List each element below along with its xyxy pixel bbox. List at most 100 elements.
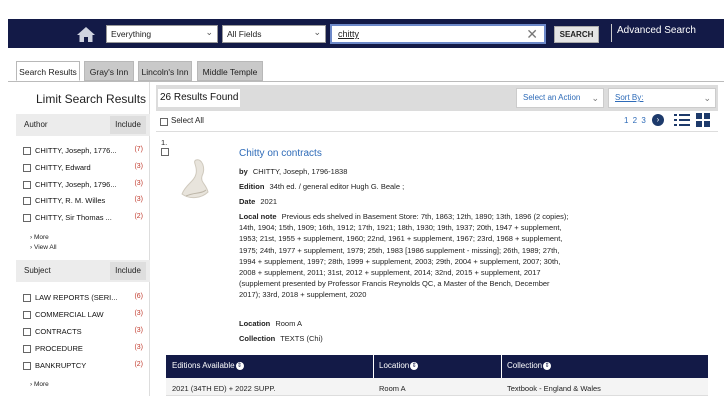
subject-more-link[interactable]: › More [30,381,49,388]
checkbox[interactable] [23,147,31,155]
results-panel: 26 Results Found Select an Action ⌄ Sort… [152,82,718,396]
next-page-icon[interactable]: › [652,114,664,126]
author-facet-label: Author [24,120,48,129]
location-cell: Room A [379,384,406,393]
author-facet-item[interactable]: CHITTY, Sir Thomas ... (2) [23,213,147,225]
record-collection: Collection TEXTS (Chi) [239,333,569,344]
sort-select[interactable]: Sort By: ⌄ [608,88,716,108]
tab-search-results[interactable]: Search Results [16,61,80,81]
subject-facet-item[interactable]: COMMERCIAL LAW (3) [23,310,147,322]
editions-header[interactable]: Editions Available ⇕ [172,361,244,370]
facet-item-name: COMMERCIAL LAW [35,310,104,319]
search-button[interactable]: SEARCH [554,26,599,43]
author-view-all-link[interactable]: › View All [30,244,57,251]
more-label: More [33,381,49,388]
checkbox[interactable] [23,294,31,302]
header-label: Editions Available [172,361,235,370]
scope-select-value: Everything [111,29,152,39]
checkbox[interactable] [23,328,31,336]
header-label: Location [379,361,410,370]
facet-item-count: (3) [134,180,143,187]
pagination[interactable]: 1 2 3 [624,116,647,125]
checkbox[interactable] [23,362,31,370]
sort-icon[interactable]: ⇕ [543,361,552,370]
record-author: by CHITTY, Joseph, 1796-1838 [239,166,569,177]
record-location: Location Room A [239,318,569,329]
subject-include-button[interactable]: Include [110,262,146,280]
field-select-value: All Fields [227,29,262,39]
checkbox[interactable] [23,214,31,222]
facet-item-name: PROCEDURE [35,344,83,353]
chevron-down-icon: ⌄ [313,27,321,37]
search-query-text: chitty [338,29,360,39]
author-more-link[interactable]: › More [30,234,49,241]
select-all-row: Select All 1 2 3 › [156,112,718,132]
facet-item-count: (2) [134,361,143,368]
results-count: 26 Results Found [158,89,241,107]
subject-facet-item[interactable]: CONTRACTS (3) [23,327,147,339]
field-label: Location [239,319,271,328]
home-icon[interactable] [76,25,96,43]
facet-item-name: LAW REPORTS (SERI... [35,293,118,302]
author-facet-item[interactable]: CHITTY, R. M. Willes (3) [23,196,147,208]
subject-facet-item[interactable]: BANKRUPTCY (2) [23,361,147,373]
sidebar-title: Limit Search Results [36,92,147,106]
field-value: 2021 [260,197,278,206]
author-facet-item[interactable]: CHITTY, Joseph, 1776... (7) [23,146,147,158]
subject-facet-item[interactable]: PROCEDURE (3) [23,344,147,356]
sort-icon[interactable]: ⇕ [410,361,419,370]
book-cover-image[interactable] [172,154,216,204]
facet-item-count: (2) [134,213,143,220]
field-value: TEXTS (Chi) [280,334,323,343]
advanced-search-link[interactable]: Advanced Search [611,24,696,42]
tab-lincolns-inn[interactable]: Lincoln's Inn [138,61,192,81]
facet-item-count: (3) [134,344,143,351]
search-bar: Everything ⌄ All Fields ⌄ chitty ✕ SEARC… [8,19,724,48]
header-label: Collection [507,361,543,370]
record-title-link[interactable]: Chitty on contracts [239,148,322,159]
facet-item-count: (6) [134,293,143,300]
facet-item-count: (3) [134,163,143,170]
facet-item-name: BANKRUPTCY [35,361,87,370]
column-divider [373,355,374,378]
field-select[interactable]: All Fields ⌄ [222,25,326,43]
author-include-button[interactable]: Include [110,116,146,134]
tab-middle-temple[interactable]: Middle Temple [197,61,263,81]
facet-item-name: CONTRACTS [35,327,82,336]
record-edition: Edition 34th ed. / general editor Hugh G… [239,181,569,192]
author-facet-item[interactable]: CHITTY, Edward (3) [23,163,147,175]
list-view-icon[interactable] [674,113,690,127]
action-select-value: Select an Action [523,93,581,102]
action-select[interactable]: Select an Action ⌄ [516,88,604,108]
field-label: Date [239,197,256,206]
scope-select[interactable]: Everything ⌄ [106,25,218,43]
checkbox[interactable] [23,197,31,205]
checkbox[interactable] [23,164,31,172]
field-value: 34th ed. / general editor Hugh G. Beale … [269,182,405,191]
table-row[interactable]: 2021 (34TH ED) + 2022 SUPP. Room A Textb… [166,378,708,396]
more-label: More [33,234,49,241]
facet-item-count: (3) [134,310,143,317]
location-header[interactable]: Location ⇕ [379,361,419,370]
chevron-down-icon: ⌄ [703,93,711,103]
search-input[interactable]: chitty ✕ [330,24,546,44]
subject-facet-item[interactable]: LAW REPORTS (SERI... (6) [23,293,147,305]
record-local-note: Local note Previous eds shelved in Basem… [239,211,569,301]
clear-icon[interactable]: ✕ [526,26,538,42]
select-all-checkbox[interactable] [160,118,168,126]
checkbox[interactable] [23,345,31,353]
checkbox[interactable] [23,181,31,189]
grid-view-icon[interactable] [696,113,710,127]
chevron-down-icon: ⌄ [205,27,213,37]
editions-table-header: Editions Available ⇕ Location ⇕ Collection… [166,355,708,378]
checkbox[interactable] [23,311,31,319]
tab-grays-inn[interactable]: Gray's Inn [84,61,134,81]
author-facet-item[interactable]: CHITTY, Joseph, 1796... (3) [23,180,147,192]
field-value: Room A [275,319,303,328]
record-checkbox[interactable] [161,148,169,156]
results-toolbar: 26 Results Found Select an Action ⌄ Sort… [156,85,718,111]
sort-icon[interactable]: ⇕ [235,361,244,370]
sort-select-value: Sort By: [615,93,644,102]
collection-header[interactable]: Collection ⇕ [507,361,552,370]
field-value: Previous eds shelved in Basement Store: … [239,212,569,300]
